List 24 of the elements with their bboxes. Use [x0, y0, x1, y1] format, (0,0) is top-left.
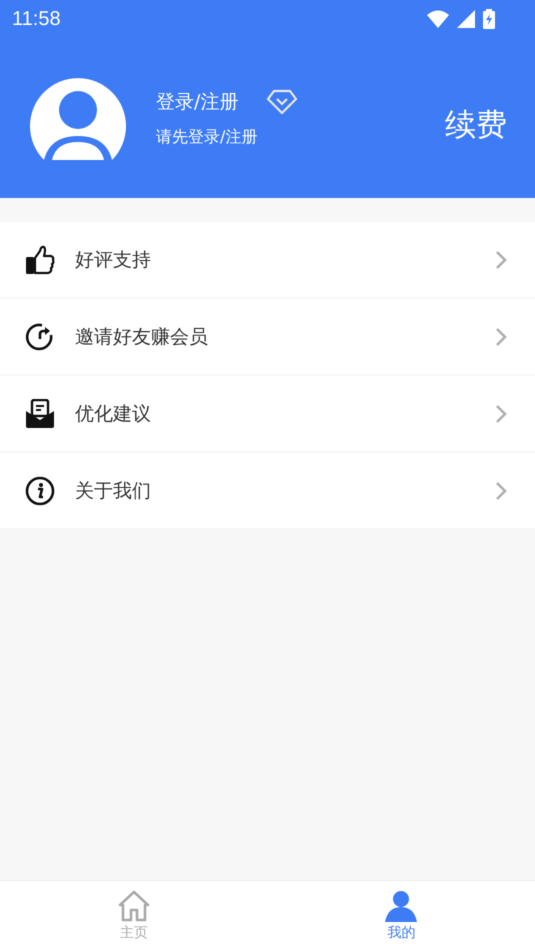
letter-icon: [25, 398, 55, 428]
battery-icon: [483, 9, 495, 29]
login-hint: 请先登录/注册: [156, 126, 258, 148]
chevron-icon: [495, 480, 507, 500]
menu-item[interactable]: 关于我们: [0, 453, 535, 528]
wifi-icon: [427, 10, 449, 28]
person-icon: [384, 890, 418, 922]
signal-icon: [457, 10, 475, 28]
renew-button[interactable]: 续费: [445, 104, 507, 146]
login-link[interactable]: 登录/注册: [156, 88, 238, 114]
menu-item[interactable]: 优化建议: [0, 376, 535, 451]
home-icon: [116, 890, 151, 922]
chevron-icon: [495, 404, 507, 424]
thumbs-up-icon: [25, 244, 55, 274]
menu-item[interactable]: 好评支持: [0, 222, 535, 297]
status-time: 11:58: [12, 8, 61, 30]
circular-arrow-icon: [25, 322, 55, 352]
nav-tab[interactable]: 我的: [268, 881, 535, 951]
avatar-icon[interactable]: [30, 76, 126, 160]
chevron-icon: [495, 250, 507, 270]
diamond-icon: [266, 88, 298, 114]
menu-item[interactable]: 邀请好友赚会员: [0, 299, 535, 374]
info-icon: [25, 476, 55, 506]
chevron-icon: [495, 326, 507, 346]
